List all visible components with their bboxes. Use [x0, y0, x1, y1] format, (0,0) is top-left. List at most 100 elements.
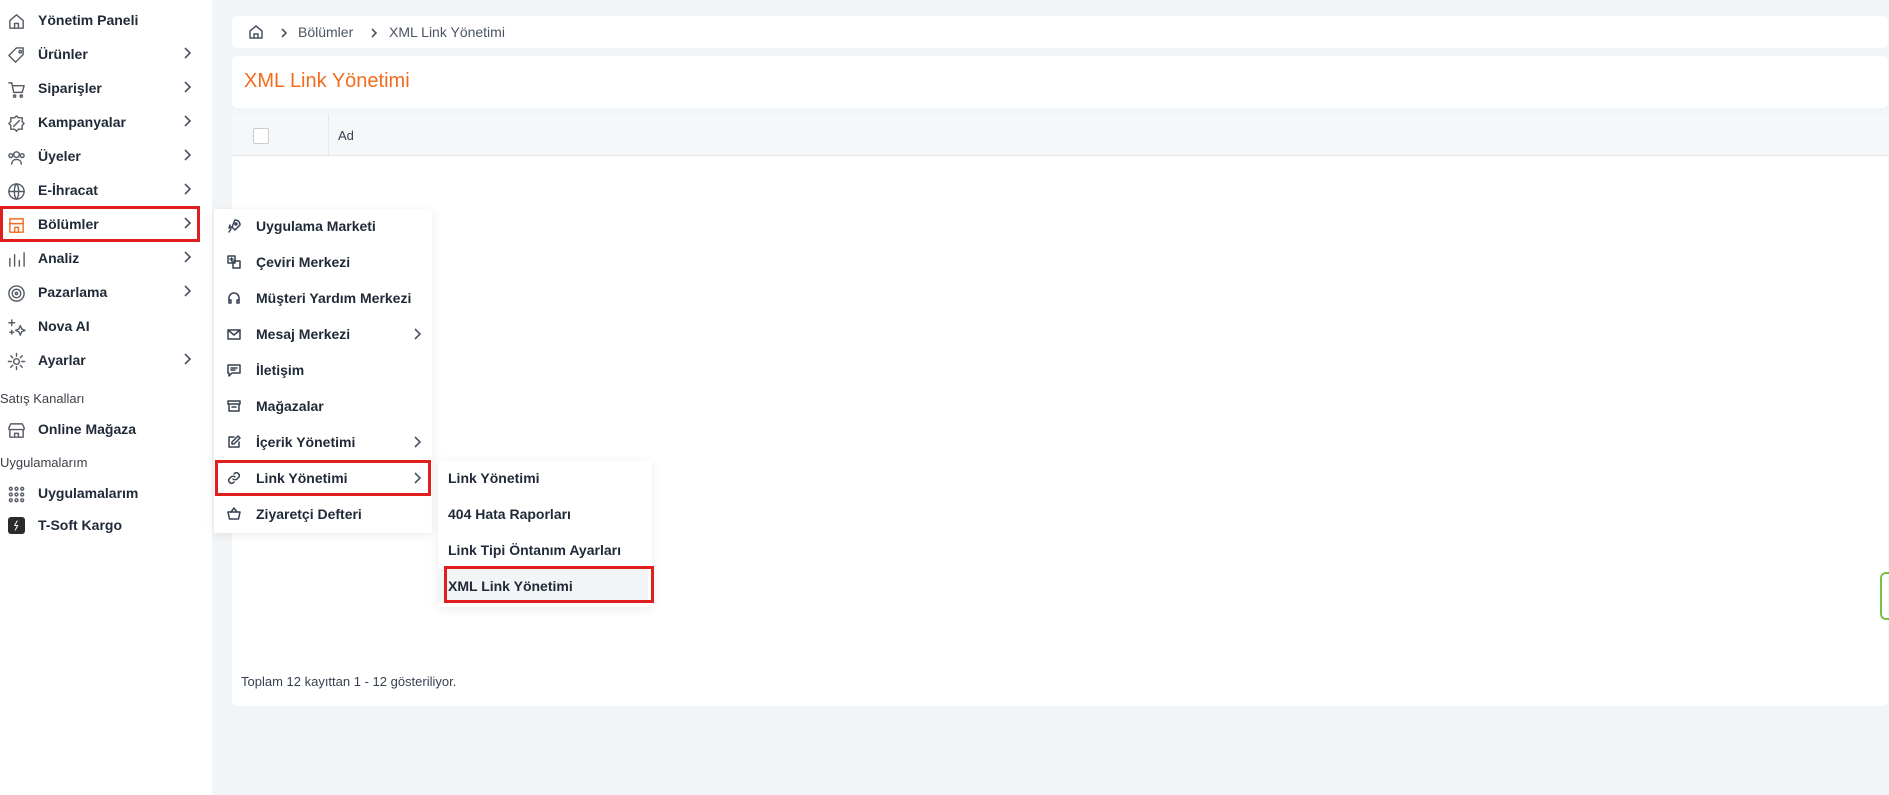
breadcrumb: Bölümler XML Link Yönetimi: [232, 16, 1888, 48]
sidebar-item-label: Online Mağaza: [38, 421, 137, 437]
home-icon: [6, 11, 26, 31]
store-icon: [226, 398, 242, 414]
menu-item-link-management[interactable]: Link Yönetimi: [214, 461, 432, 495]
sidebar-item-label: Üyeler: [38, 148, 81, 164]
menu-item-label: Çeviri Merkezi: [256, 254, 351, 270]
page-header: XML Link Yönetimi: [232, 56, 1888, 108]
sidebar-item-tsoft-kargo[interactable]: T-Soft Kargo: [0, 507, 200, 543]
sidebar-item-label: Ürünler: [38, 46, 88, 62]
translate-icon: [226, 254, 242, 270]
sales-channels-title: Satış Kanalları: [0, 391, 85, 406]
chevron-right-icon: [410, 435, 424, 449]
menu-item-contact[interactable]: İletişim: [214, 353, 432, 387]
edit-icon: [226, 434, 242, 450]
data-table: Ad Toplam 12 kayıttan 1 - 12 gösteriliyo…: [232, 114, 1888, 706]
chevron-right-icon: [180, 46, 194, 60]
sidebar-item-online-store[interactable]: Online Mağaza: [0, 411, 200, 447]
menu-item-label: Link Yönetimi: [256, 470, 348, 486]
message-icon: [226, 362, 242, 378]
menu-item-customer-help-center[interactable]: Müşteri Yardım Merkezi: [214, 281, 432, 315]
table-header: Ad: [232, 114, 1888, 156]
sidebar-item-label: Bölümler: [38, 216, 99, 232]
chevron-right-icon: [410, 471, 424, 485]
chevron-right-icon: [180, 80, 194, 94]
submenu-item-link-management[interactable]: Link Yönetimi: [438, 461, 648, 495]
sidebar-item-sections[interactable]: Bölümler: [0, 206, 200, 242]
sidebar-item-label: Uygulamalarım: [38, 485, 139, 501]
sidebar-item-label: Nova AI: [38, 318, 90, 334]
submenu-item-link-type-defaults[interactable]: Link Tipi Öntanım Ayarları: [438, 533, 648, 567]
store-icon: [6, 420, 26, 440]
pagination-summary: Toplam 12 kayıttan 1 - 12 gösteriliyor.: [241, 674, 457, 689]
menu-item-message-center[interactable]: Mesaj Merkezi: [214, 317, 432, 351]
sidebar-item-marketing[interactable]: Pazarlama: [0, 274, 200, 310]
sidebar-item-e-export[interactable]: E-İhracat: [0, 172, 200, 208]
menu-item-translation-center[interactable]: Çeviri Merkezi: [214, 245, 432, 279]
sidebar-item-products[interactable]: Ürünler: [0, 36, 200, 72]
home-icon[interactable]: [248, 24, 264, 40]
discount-icon: [6, 113, 26, 133]
sidebar-item-analysis[interactable]: Analiz: [0, 240, 200, 276]
sidebar-item-orders[interactable]: Siparişler: [0, 70, 200, 106]
chevron-right-icon: [180, 148, 194, 162]
menu-item-label: Mağazalar: [256, 398, 324, 414]
sidebar-item-settings[interactable]: Ayarlar: [0, 342, 200, 378]
submenu-item-xml-link-management[interactable]: XML Link Yönetimi: [438, 569, 648, 603]
sidebar-item-label: E-İhracat: [38, 182, 98, 198]
gear-icon: [6, 351, 26, 371]
sidebar-item-my-apps[interactable]: Uygulamalarım: [0, 475, 200, 511]
breadcrumb-item-current: XML Link Yönetimi: [389, 24, 505, 40]
sections-flyout-menu: Uygulama Marketi Çeviri Merkezi Müşteri …: [214, 209, 432, 533]
sidebar-item-members[interactable]: Üyeler: [0, 138, 200, 174]
side-widget-tab[interactable]: [1880, 572, 1889, 620]
users-icon: [6, 147, 26, 167]
menu-item-stores[interactable]: Mağazalar: [214, 389, 432, 423]
menu-item-label: Uygulama Marketi: [256, 218, 376, 234]
column-header-name[interactable]: Ad: [338, 128, 354, 143]
sidebar-item-label: Siparişler: [38, 80, 102, 96]
submenu-item-label: Link Tipi Öntanım Ayarları: [448, 542, 621, 558]
chevron-right-icon: [180, 216, 194, 230]
apps-grid-icon: [6, 484, 26, 504]
target-icon: [6, 283, 26, 303]
chevron-right-icon: [410, 327, 424, 341]
menu-item-app-market[interactable]: Uygulama Marketi: [214, 209, 432, 243]
sidebar-item-dashboard[interactable]: Yönetim Paneli: [0, 2, 200, 38]
apps-section-title: Uygulamalarım: [0, 455, 88, 470]
store-sections-icon: [6, 215, 26, 235]
chevron-right-icon: [180, 250, 194, 264]
submenu-item-404-reports[interactable]: 404 Hata Raporları: [438, 497, 648, 531]
menu-item-label: Müşteri Yardım Merkezi: [256, 290, 412, 306]
sidebar-item-nova-ai[interactable]: Nova AI: [0, 308, 200, 344]
tag-icon: [6, 45, 26, 65]
chevron-right-icon: [180, 114, 194, 128]
menu-item-label: İçerik Yönetimi: [256, 434, 356, 450]
tsoft-kargo-icon: [8, 517, 25, 534]
link-management-submenu: Link Yönetimi 404 Hata Raporları Link Ti…: [438, 461, 652, 607]
menu-item-guestbook[interactable]: Ziyaretçi Defteri: [214, 497, 432, 531]
menu-item-content-management[interactable]: İçerik Yönetimi: [214, 425, 432, 459]
chevron-right-icon: [180, 284, 194, 298]
submenu-item-label: Link Yönetimi: [448, 470, 540, 486]
sidebar-item-campaigns[interactable]: Kampanyalar: [0, 104, 200, 140]
chart-icon: [6, 249, 26, 269]
sidebar-item-label: Ayarlar: [38, 352, 86, 368]
chevron-right-icon: [180, 352, 194, 366]
sidebar-item-label: Pazarlama: [38, 284, 108, 300]
menu-item-label: Mesaj Merkezi: [256, 326, 351, 342]
rocket-icon: [226, 218, 242, 234]
chevron-right-icon: [278, 26, 290, 38]
mail-icon: [226, 326, 242, 342]
menu-item-label: Ziyaretçi Defteri: [256, 506, 362, 522]
basket-icon: [226, 506, 242, 522]
menu-item-label: İletişim: [256, 362, 305, 378]
sparkle-icon: [6, 317, 26, 337]
page-title: XML Link Yönetimi: [244, 70, 410, 92]
select-all-checkbox[interactable]: [253, 128, 269, 144]
submenu-item-label: XML Link Yönetimi: [448, 578, 573, 594]
breadcrumb-item-sections[interactable]: Bölümler: [298, 24, 353, 40]
sidebar-item-label: Yönetim Paneli: [38, 12, 139, 28]
globe-icon: [6, 181, 26, 201]
sidebar: Yönetim Paneli Ürünler Siparişler Kampan…: [0, 0, 212, 795]
cart-icon: [6, 79, 26, 99]
